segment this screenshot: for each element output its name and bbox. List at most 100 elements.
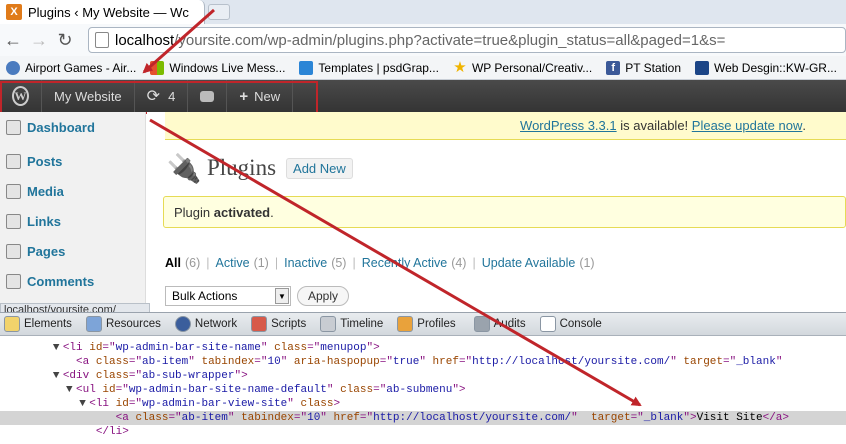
elements-icon (4, 316, 20, 332)
dom-node-line[interactable]: ▼ <li id="wp-admin-bar-view-site" class> (0, 397, 846, 411)
dom-token: tabindex (201, 356, 255, 368)
back-arrow-icon[interactable]: ← (0, 27, 26, 53)
sidebar-item-posts[interactable]: Posts (0, 148, 146, 174)
dom-node-line[interactable]: <a class="ab-item" tabindex="10" href="h… (0, 411, 846, 425)
dom-token: " (320, 412, 334, 424)
dom-token: http://localhost/yoursite.com/ (472, 356, 671, 368)
tab-scripts[interactable]: Scripts (251, 316, 306, 332)
update-now-link[interactable]: Please update now (692, 118, 803, 133)
dom-node-line[interactable]: ▼ <div class="ab-sub-wrapper"> (0, 369, 846, 383)
dom-token: _blank (736, 356, 776, 368)
url-text: localhost/yoursite.com/wp-admin/plugins.… (115, 32, 725, 49)
dom-tree-panel: ▼ <li id="wp-admin-bar-site-name" class="… (0, 336, 846, 444)
dom-token: http://localhost/yoursite.com/ (373, 412, 572, 424)
sidebar-item-comments[interactable]: Comments (0, 268, 146, 294)
address-bar[interactable]: localhost/yoursite.com/wp-admin/plugins.… (88, 27, 846, 53)
bookmark-item[interactable]: Windows Live Mess... (150, 60, 285, 75)
expand-triangle-icon[interactable]: ▼ (79, 397, 89, 411)
dom-node-line[interactable]: <a class="ab-item" tabindex="10" aria-ha… (0, 355, 846, 369)
dom-token: =" (307, 342, 321, 354)
tab-resources[interactable]: Resources (85, 316, 161, 332)
filter-recently-active[interactable]: Recently Active (4) (362, 256, 467, 270)
update-nag: WordPress 3.3.1 is available! Please upd… (165, 112, 846, 140)
forward-arrow-icon[interactable]: → (26, 27, 52, 53)
sidebar-item-label: Pages (27, 243, 66, 259)
tab-network[interactable]: Network (174, 316, 238, 332)
scripts-icon (251, 316, 268, 332)
dom-indent (0, 342, 53, 354)
media-icon (6, 183, 21, 199)
dom-token: =" (128, 356, 143, 368)
dom-token: aria-haspopup (293, 356, 380, 368)
sidebar-item-dashboard[interactable]: Dashboard (0, 114, 146, 140)
expand-triangle-icon[interactable]: ▼ (53, 369, 63, 383)
dom-token: =" (102, 342, 116, 354)
dom-token: ab-submenu (386, 384, 453, 396)
dom-token: " (227, 412, 242, 424)
bookmark-item[interactable]: Airport Games - Air... (6, 60, 137, 75)
filter-update-available[interactable]: Update Available (1) (482, 256, 595, 270)
tab-elements[interactable]: Elements (4, 316, 72, 332)
apply-button[interactable]: Apply (297, 286, 349, 306)
profiles-icon (397, 316, 414, 332)
bookmark-label: PT Station (625, 60, 682, 75)
expand-triangle-icon[interactable]: ▼ (66, 383, 76, 397)
add-new-button[interactable]: Add New (286, 157, 353, 179)
filter-active[interactable]: Active (1) (216, 256, 269, 270)
page-icon (95, 32, 109, 48)
dom-token: =" (168, 412, 182, 424)
dom-token: =" (359, 412, 374, 424)
filter-separator: | (472, 256, 476, 270)
bookmark-label: Airport Games - Air... (25, 60, 137, 75)
sidebar-item-pages[interactable]: Pages (0, 238, 146, 264)
wordpress-version-link[interactable]: WordPress 3.3.1 (520, 118, 617, 133)
tab-audits[interactable]: Audits (473, 316, 526, 332)
dom-token: " (260, 342, 275, 354)
dom-token: =" (379, 356, 393, 368)
filter-separator: | (352, 256, 356, 270)
dom-node-line[interactable]: ▼ <ul id="wp-admin-bar-site-name-default"… (0, 383, 846, 397)
bookmark-item[interactable]: Templates | psdGrap... (299, 60, 439, 75)
sidebar-item-label: Comments (27, 273, 95, 289)
dom-node-line[interactable]: ▼ <li id="wp-admin-bar-site-name" class="… (0, 341, 846, 355)
dom-indent (0, 384, 66, 396)
dom-indent (0, 412, 106, 424)
dom-node-line[interactable]: </li> (0, 425, 846, 439)
browser-tab[interactable]: X Plugins ‹ My Website — Wc (0, 0, 205, 24)
bookmark-item[interactable]: Web Desgin::KW-GR... (695, 60, 837, 75)
expand-triangle-icon[interactable]: ▼ (53, 341, 63, 355)
dom-token: =" (458, 356, 473, 368)
dom-token: </li> (95, 426, 129, 438)
filter-inactive[interactable]: Inactive (5) (284, 256, 346, 270)
tab-timeline[interactable]: Timeline (320, 316, 383, 332)
reload-icon[interactable]: ↻ (52, 27, 78, 53)
tab-label: Profiles (417, 318, 456, 330)
comments-icon (6, 273, 21, 289)
bulk-actions-value: Bulk Actions (172, 289, 238, 303)
chevron-down-icon: ▼ (275, 288, 289, 304)
resources-icon (85, 316, 102, 332)
filter-count: (6) (184, 256, 201, 270)
tab-console[interactable]: Console (539, 316, 602, 332)
bookmark-label: WP Personal/Creativ... (471, 60, 593, 75)
bulk-actions-select[interactable]: Bulk Actions ▼ (165, 286, 291, 306)
plugin-icon: 🔌 (166, 152, 202, 184)
tab-profiles[interactable]: Profiles (397, 316, 456, 332)
sidebar-item-media[interactable]: Media (0, 178, 146, 204)
dom-token: id (115, 398, 129, 410)
bookmark-item[interactable]: ★ WP Personal/Creativ... (453, 60, 593, 75)
dom-token: " (188, 356, 202, 368)
filter-all[interactable]: All (6) (165, 256, 200, 270)
plugin-status-filters: All (6) | Active (1) | Inactive (5) | Recen… (165, 256, 595, 270)
new-tab-button[interactable] (208, 4, 230, 20)
sidebar-item-links[interactable]: Links (0, 208, 146, 234)
tab-label: Network (194, 318, 238, 330)
audits-icon (473, 316, 490, 332)
admin-sidebar: Dashboard Posts Media Links Pages Commen… (0, 112, 146, 304)
filter-label: Active (215, 256, 250, 270)
dom-token: _blank (643, 412, 684, 424)
dom-token: id (89, 342, 103, 354)
dom-token: class (340, 384, 374, 396)
main-content: WordPress 3.3.1 is available! Please upd… (147, 112, 846, 306)
bookmark-item[interactable]: f PT Station (606, 60, 682, 75)
